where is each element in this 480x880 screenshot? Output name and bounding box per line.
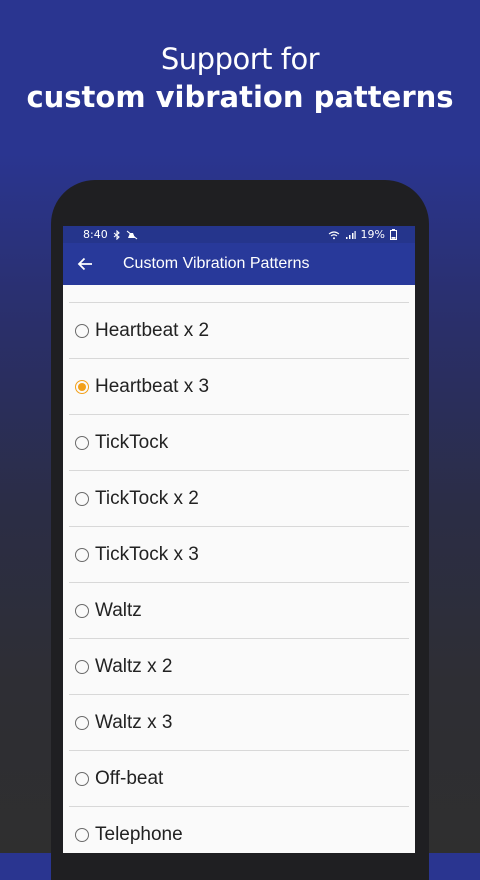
promo-headline: Support for custom vibration patterns [0,40,480,116]
battery-icon [390,229,397,240]
option-label: Heartbeat x 2 [95,319,210,341]
mute-icon [126,230,138,240]
app-bar: Custom Vibration Patterns [63,243,415,285]
status-time: 8:40 [83,228,108,241]
radio-unchecked[interactable] [75,547,89,562]
signal-icon [345,230,356,240]
list-item[interactable]: TickTock x 3 [69,527,409,583]
list-item[interactable]: Heartbeat x 2 [69,303,409,359]
list-item[interactable]: Telephone [69,807,409,853]
status-bar: 8:40 19% [63,226,415,243]
radio-unchecked[interactable] [75,323,89,338]
list-item[interactable]: Waltz x 3 [69,695,409,751]
option-label: TickTock x 3 [95,543,199,565]
page-title: Custom Vibration Patterns [123,255,310,272]
option-label: TickTock [95,431,169,453]
option-label: Waltz x 2 [95,655,173,677]
list-item[interactable]: Waltz x 2 [69,639,409,695]
list-item[interactable]: TickTock x 2 [69,471,409,527]
option-label: Heartbeat x 3 [95,375,210,397]
battery-percent: 19% [360,228,385,241]
list-item[interactable]: Off-beat [69,751,409,807]
headline-line-2: custom vibration patterns [26,80,454,114]
radio-unchecked[interactable] [75,435,89,450]
pattern-list: Heartbeat x 2 Heartbeat x 3 TickTock TickTo… [63,302,415,853]
radio-unchecked[interactable] [75,491,89,506]
option-label: Telephone [95,823,183,845]
list-item[interactable]: Heartbeat x 3 [69,359,409,415]
option-label: Waltz [95,599,142,621]
bluetooth-icon [113,229,121,240]
radio-dot [78,382,86,391]
radio-unchecked[interactable] [75,771,89,786]
radio-unchecked[interactable] [75,603,89,618]
radio-unchecked[interactable] [75,827,89,842]
wifi-icon [328,230,340,240]
radio-unchecked[interactable] [75,659,89,674]
headline-line-1: Support for [160,42,320,76]
option-label: Waltz x 3 [95,711,173,733]
option-label: Off-beat [95,767,164,789]
list-item[interactable]: TickTock [69,415,409,471]
back-arrow-icon[interactable] [63,243,107,285]
radio-checked[interactable] [75,379,89,394]
option-label: TickTock x 2 [95,487,199,509]
radio-unchecked[interactable] [75,715,89,730]
list-item[interactable]: Waltz [69,583,409,639]
phone-screen: 8:40 19% Custom Vibration Patterns Heart… [63,226,415,853]
